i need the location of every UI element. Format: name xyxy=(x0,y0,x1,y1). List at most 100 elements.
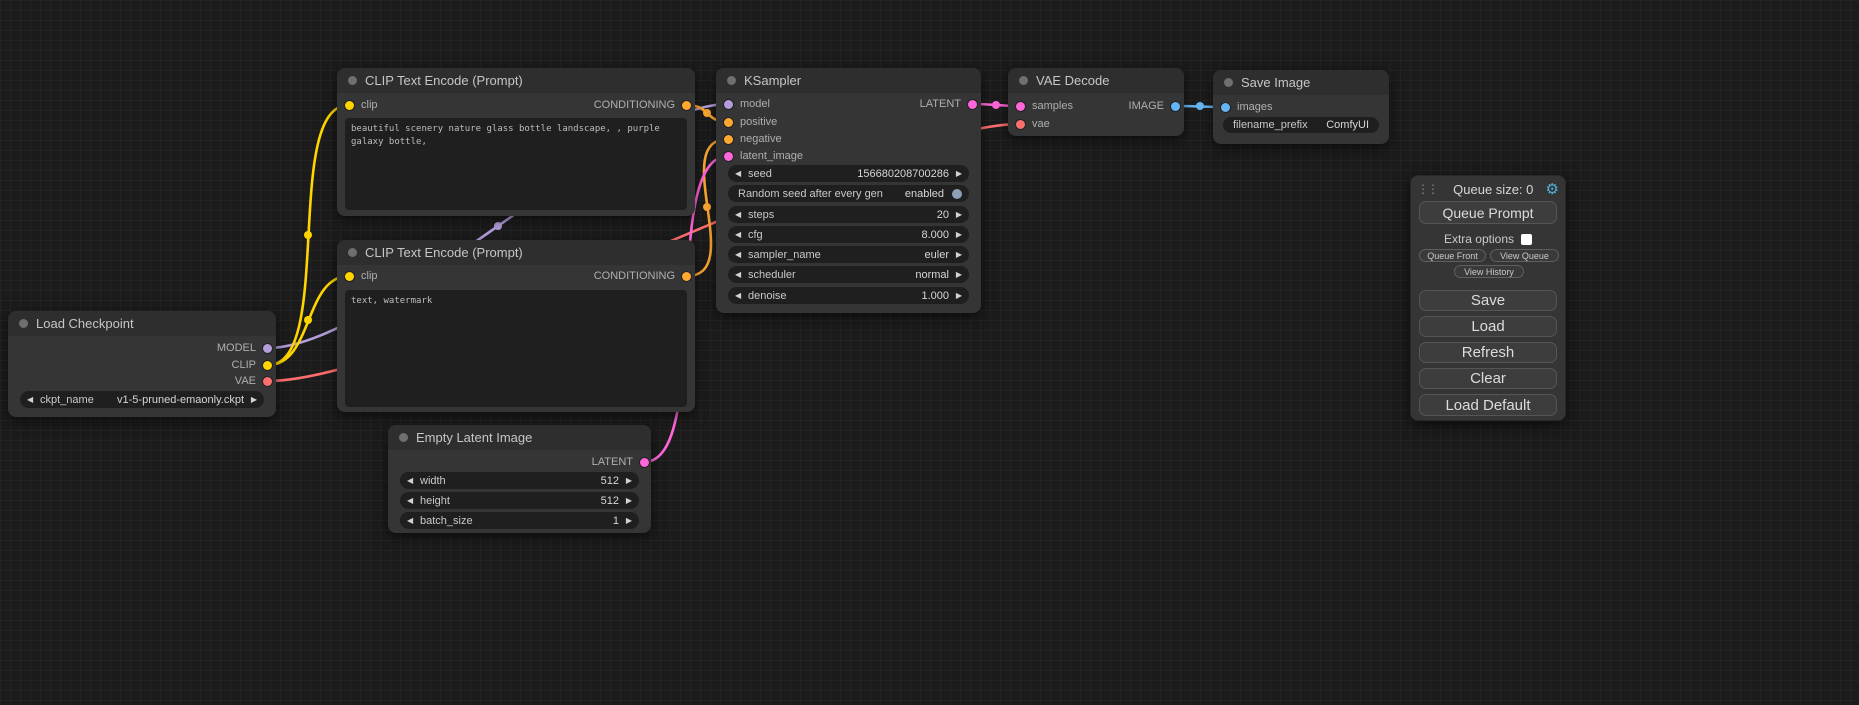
latent-image-input-port[interactable] xyxy=(724,152,733,161)
increment-arrow-icon[interactable]: ▶ xyxy=(952,231,962,239)
prompt-textarea[interactable]: text, watermark xyxy=(345,290,687,407)
widget-value: ComfyUI xyxy=(1326,119,1369,131)
random-seed-toggle-widget[interactable]: Random seed after every gen enabled xyxy=(728,185,969,202)
decrement-arrow-icon[interactable]: ◀ xyxy=(735,251,745,259)
image-output-port[interactable] xyxy=(1171,102,1180,111)
clear-button[interactable]: Clear xyxy=(1419,368,1557,389)
increment-arrow-icon[interactable]: ▶ xyxy=(247,396,257,404)
output-slot-vae: VAE xyxy=(235,372,272,390)
node-title-bar[interactable]: Save Image xyxy=(1213,70,1389,95)
decrement-arrow-icon[interactable]: ◀ xyxy=(735,231,745,239)
increment-arrow-icon[interactable]: ▶ xyxy=(952,211,962,219)
steps-widget[interactable]: ◀ steps 20 ▶ xyxy=(728,206,969,223)
increment-arrow-icon[interactable]: ▶ xyxy=(622,477,632,485)
images-input-port[interactable] xyxy=(1221,103,1230,112)
settings-gear-icon[interactable]: ⚙ xyxy=(1546,182,1559,197)
widget-label: height xyxy=(420,495,450,507)
decrement-arrow-icon[interactable]: ◀ xyxy=(735,211,745,219)
model-input-port[interactable] xyxy=(724,100,733,109)
clip-output-port[interactable] xyxy=(263,361,272,370)
collapse-dot-icon[interactable] xyxy=(348,248,357,257)
widget-label: scheduler xyxy=(748,269,796,281)
node-title-bar[interactable]: Empty Latent Image xyxy=(388,425,651,450)
widget-label: cfg xyxy=(748,229,763,241)
queue-prompt-button[interactable]: Queue Prompt xyxy=(1419,201,1557,224)
increment-arrow-icon[interactable]: ▶ xyxy=(952,170,962,178)
collapse-dot-icon[interactable] xyxy=(727,76,736,85)
increment-arrow-icon[interactable]: ▶ xyxy=(952,271,962,279)
queue-front-button[interactable]: Queue Front xyxy=(1419,249,1486,262)
slot-label: LATENT xyxy=(592,456,633,468)
prompt-textarea[interactable]: beautiful scenery nature glass bottle la… xyxy=(345,118,687,210)
vae-input-port[interactable] xyxy=(1016,120,1025,129)
save-button[interactable]: Save xyxy=(1419,290,1557,311)
model-output-port[interactable] xyxy=(263,344,272,353)
node-title: Empty Latent Image xyxy=(416,430,532,445)
decrement-arrow-icon[interactable]: ◀ xyxy=(407,517,417,525)
toggle-knob-icon[interactable] xyxy=(952,189,962,199)
node-load-checkpoint[interactable]: Load Checkpoint MODEL CLIP VAE ◀ ckpt_na… xyxy=(8,311,276,417)
samples-input-port[interactable] xyxy=(1016,102,1025,111)
node-title-bar[interactable]: Load Checkpoint xyxy=(8,311,276,336)
clip-input-port[interactable] xyxy=(345,272,354,281)
vae-output-port[interactable] xyxy=(263,377,272,386)
drag-handle-icon[interactable]: ⋮⋮ xyxy=(1417,182,1437,196)
widget-value: 20 xyxy=(937,209,949,221)
refresh-button[interactable]: Refresh xyxy=(1419,342,1557,363)
conditioning-output-port[interactable] xyxy=(682,101,691,110)
width-widget[interactable]: ◀ width 512 ▶ xyxy=(400,472,639,489)
scheduler-widget[interactable]: ◀ scheduler normal ▶ xyxy=(728,266,969,283)
decrement-arrow-icon[interactable]: ◀ xyxy=(735,292,745,300)
batch-size-widget[interactable]: ◀ batch_size 1 ▶ xyxy=(400,512,639,529)
sampler-name-widget[interactable]: ◀ sampler_name euler ▶ xyxy=(728,246,969,263)
increment-arrow-icon[interactable]: ▶ xyxy=(952,292,962,300)
node-vae-decode[interactable]: VAE Decode samples IMAGE vae xyxy=(1008,68,1184,136)
node-graph-canvas[interactable]: { "colors": { "model": "#B39DDB", "clip"… xyxy=(0,0,1859,705)
increment-arrow-icon[interactable]: ▶ xyxy=(952,251,962,259)
cfg-widget[interactable]: ◀ cfg 8.000 ▶ xyxy=(728,226,969,243)
negative-input-port[interactable] xyxy=(724,135,733,144)
decrement-arrow-icon[interactable]: ◀ xyxy=(27,396,37,404)
ckpt-name-widget[interactable]: ◀ ckpt_name v1-5-pruned-emaonly.ckpt ▶ xyxy=(20,391,264,408)
decrement-arrow-icon[interactable]: ◀ xyxy=(735,271,745,279)
latent-output-port[interactable] xyxy=(968,100,977,109)
view-history-button[interactable]: View History xyxy=(1454,265,1524,278)
slot-label: negative xyxy=(740,133,782,145)
latent-output-port[interactable] xyxy=(640,458,649,467)
conditioning-output-port[interactable] xyxy=(682,272,691,281)
output-slot-conditioning: CONDITIONING xyxy=(594,96,691,114)
filename-prefix-widget[interactable]: filename_prefix ComfyUI xyxy=(1223,117,1379,133)
load-default-button[interactable]: Load Default xyxy=(1419,394,1557,416)
node-empty-latent-image[interactable]: Empty Latent Image LATENT ◀ width 512 ▶ … xyxy=(388,425,651,533)
extra-options-checkbox[interactable] xyxy=(1521,234,1532,245)
collapse-dot-icon[interactable] xyxy=(1019,76,1028,85)
node-title-bar[interactable]: VAE Decode xyxy=(1008,68,1184,93)
node-title-bar[interactable]: CLIP Text Encode (Prompt) xyxy=(337,68,695,93)
queue-menu-panel[interactable]: ⋮⋮ Queue size: 0 ⚙ Queue Prompt Extra op… xyxy=(1410,175,1566,421)
positive-input-port[interactable] xyxy=(724,118,733,127)
clip-input-port[interactable] xyxy=(345,101,354,110)
slot-label: images xyxy=(1237,101,1272,113)
node-title-bar[interactable]: KSampler xyxy=(716,68,981,93)
increment-arrow-icon[interactable]: ▶ xyxy=(622,517,632,525)
view-queue-button[interactable]: View Queue xyxy=(1490,249,1559,262)
collapse-dot-icon[interactable] xyxy=(1224,78,1233,87)
node-save-image[interactable]: Save Image images filename_prefix ComfyU… xyxy=(1213,70,1389,144)
collapse-dot-icon[interactable] xyxy=(19,319,28,328)
node-clip-text-encode-positive[interactable]: CLIP Text Encode (Prompt) clip CONDITION… xyxy=(337,68,695,216)
slot-label: vae xyxy=(1032,118,1050,130)
increment-arrow-icon[interactable]: ▶ xyxy=(622,497,632,505)
height-widget[interactable]: ◀ height 512 ▶ xyxy=(400,492,639,509)
node-title-bar[interactable]: CLIP Text Encode (Prompt) xyxy=(337,240,695,265)
decrement-arrow-icon[interactable]: ◀ xyxy=(407,477,417,485)
node-clip-text-encode-negative[interactable]: CLIP Text Encode (Prompt) clip CONDITION… xyxy=(337,240,695,412)
denoise-widget[interactable]: ◀ denoise 1.000 ▶ xyxy=(728,287,969,304)
load-button[interactable]: Load xyxy=(1419,316,1557,337)
node-ksampler[interactable]: KSampler model LATENT positive negative … xyxy=(716,68,981,313)
wire-midpoint-dot xyxy=(304,231,312,239)
decrement-arrow-icon[interactable]: ◀ xyxy=(407,497,417,505)
decrement-arrow-icon[interactable]: ◀ xyxy=(735,170,745,178)
collapse-dot-icon[interactable] xyxy=(348,76,357,85)
collapse-dot-icon[interactable] xyxy=(399,433,408,442)
seed-widget[interactable]: ◀ seed 156680208700286 ▶ xyxy=(728,165,969,182)
